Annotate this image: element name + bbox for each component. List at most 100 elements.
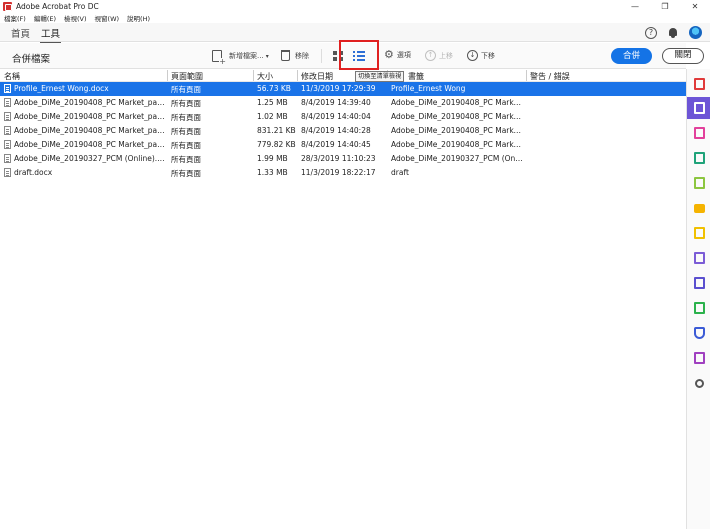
menu-edit[interactable]: 編輯(E) — [34, 13, 56, 23]
bookmark-cell: draft — [391, 168, 409, 177]
file-name-cell: Adobe_DiMe_20190327_PCM (Online).j... — [4, 154, 166, 163]
rail-item-protect[interactable] — [687, 322, 710, 344]
bookmark-cell: Adobe_DiMe_20190408_PC Marke... — [391, 140, 523, 149]
file-name: Adobe_DiMe_20190408_PC Market_pag... — [14, 126, 166, 135]
header-warnings-errors[interactable]: 警告 / 錯誤 — [530, 71, 570, 82]
protect-icon — [693, 327, 705, 339]
restore-button[interactable]: ❐ — [650, 0, 680, 12]
notification-bell-icon[interactable] — [668, 27, 678, 38]
file-name-cell: Profile_Ernest Wong.docx — [4, 84, 166, 93]
menu-help[interactable]: 說明(H) — [127, 13, 150, 23]
close-tool-button[interactable]: 關閉 — [662, 48, 704, 64]
rail-item-print-production[interactable] — [687, 297, 710, 319]
file-name-cell: draft.docx — [4, 168, 166, 177]
bookmark-cell: Adobe_DiMe_20190408_PC Marke... — [391, 98, 523, 107]
gear-icon: ⚙ — [384, 48, 394, 61]
rail-item-comment[interactable] — [687, 197, 710, 219]
menu-bar: 檔案(F) 編輯(E) 檢視(V) 視窗(W) 說明(H) — [0, 12, 710, 23]
header-page-range[interactable]: 頁面範圍 — [171, 71, 203, 82]
page-range-cell[interactable]: 所有頁面 — [171, 140, 253, 151]
modified-date-cell: 8/4/2019 14:40:04 — [301, 112, 371, 121]
close-window-button[interactable]: ✕ — [680, 0, 710, 12]
list-view-highlight — [339, 40, 379, 70]
tab-tools[interactable]: 工具 — [39, 26, 62, 44]
rail-item-create-pdf[interactable] — [687, 73, 710, 95]
table-row[interactable]: Adobe_DiMe_20190408_PC Market_pag... 所有頁面… — [0, 110, 686, 124]
menu-window[interactable]: 視窗(W) — [95, 13, 120, 23]
rail-item-fill-sign[interactable] — [687, 222, 710, 244]
add-files-button[interactable]: 新增檔案... ▾ — [212, 50, 269, 66]
acrobat-logo-icon — [3, 1, 12, 11]
stamp-icon — [693, 277, 705, 289]
modified-date-cell: 28/3/2019 11:10:23 — [301, 154, 376, 163]
table-row[interactable]: Adobe_DiMe_20190408_PC Market_pag... 所有頁面… — [0, 138, 686, 152]
bookmark-cell: Adobe_DiMe_20190327_PCM (Onli... — [391, 154, 523, 163]
rail-item-send-signature[interactable] — [687, 247, 710, 269]
file-size-cell: 831.21 KB — [257, 126, 296, 135]
table-row[interactable]: Adobe_DiMe_20190408_PC Market_pag... 所有頁面… — [0, 96, 686, 110]
table-row[interactable]: draft.docx 所有頁面 1.33 MB 11/3/2019 18:22:17 d… — [0, 166, 686, 180]
bookmark-cell: Profile_Ernest Wong — [391, 84, 466, 93]
table-row[interactable]: Adobe_DiMe_20190408_PC Market_pag... 所有頁面… — [0, 124, 686, 138]
avatar[interactable] — [689, 26, 702, 39]
rail-item-stamp[interactable] — [687, 272, 710, 294]
file-name-cell: Adobe_DiMe_20190408_PC Market_pag... — [4, 140, 166, 149]
column-divider[interactable] — [297, 70, 298, 81]
customize-tools-icon — [694, 378, 704, 388]
toolbar-divider — [321, 49, 322, 63]
modified-date-cell: 11/3/2019 18:22:17 — [301, 168, 376, 177]
column-divider[interactable] — [253, 70, 254, 81]
page-range-cell[interactable]: 所有頁面 — [171, 126, 253, 137]
file-size-cell: 56.73 KB — [257, 84, 291, 93]
file-name: Adobe_DiMe_20190408_PC Market_pag... — [14, 140, 166, 149]
move-up-button[interactable]: ↑ 上移 — [425, 50, 453, 61]
file-size-cell: 1.25 MB — [257, 98, 288, 107]
header-size[interactable]: 大小 — [257, 71, 273, 82]
bookmark-cell: Adobe_DiMe_20190408_PC Marke... — [391, 126, 523, 135]
edit-pdf-icon — [693, 177, 705, 189]
page-range-cell[interactable]: 所有頁面 — [171, 98, 253, 109]
bookmark-cell: Adobe_DiMe_20190408_PC Marke... — [391, 112, 523, 121]
menu-view[interactable]: 檢視(V) — [64, 13, 87, 23]
remove-button[interactable]: 移除 — [281, 50, 309, 61]
list-view-tooltip: 切換至清單檢視 — [355, 71, 405, 82]
page-range-cell[interactable]: 所有頁面 — [171, 154, 253, 165]
rail-item-export-pdf[interactable] — [687, 147, 710, 169]
tab-home[interactable]: 首頁 — [11, 26, 30, 40]
fill-sign-icon — [693, 227, 705, 239]
add-files-label: 新增檔案... — [229, 52, 264, 60]
rail-item-customize-tools[interactable] — [687, 372, 710, 394]
file-name-cell: Adobe_DiMe_20190408_PC Market_pag... — [4, 98, 166, 107]
menu-file[interactable]: 檔案(F) — [4, 13, 26, 23]
rail-item-combine-files[interactable] — [687, 97, 710, 119]
options-button[interactable]: ⚙ 選項 — [384, 48, 411, 61]
file-name: Adobe_DiMe_20190408_PC Market_pag... — [14, 98, 166, 107]
document-icon — [4, 154, 11, 163]
move-up-label: 上移 — [439, 51, 453, 60]
combine-files-icon — [693, 102, 705, 114]
page-range-cell[interactable]: 所有頁面 — [171, 168, 253, 179]
page-range-cell[interactable]: 所有頁面 — [171, 112, 253, 123]
arrow-down-icon: ↓ — [467, 50, 478, 61]
column-divider[interactable] — [167, 70, 168, 81]
minimize-button[interactable]: — — [620, 0, 650, 12]
rail-item-more-tools-doc[interactable] — [687, 347, 710, 369]
table-row[interactable]: Profile_Ernest Wong.docx 所有頁面 56.73 KB 11/3… — [0, 82, 686, 96]
column-divider[interactable] — [526, 70, 527, 81]
header-bookmarks[interactable]: 書籤 — [408, 71, 424, 82]
file-size-cell: 1.33 MB — [257, 168, 288, 177]
trash-icon — [281, 50, 290, 61]
top-right-icons: ? — [645, 26, 702, 39]
right-tools-rail — [686, 69, 710, 529]
combine-button[interactable]: 合併 — [611, 48, 652, 64]
table-header: 名稱 頁面範圍 大小 修改日期 書籤 警告 / 錯誤 — [0, 69, 686, 82]
header-modified-date[interactable]: 修改日期 — [301, 71, 333, 82]
rail-item-organize-pages[interactable] — [687, 122, 710, 144]
move-down-button[interactable]: ↓ 下移 — [467, 50, 495, 61]
header-name[interactable]: 名稱 — [4, 71, 20, 82]
window-title: Adobe Acrobat Pro DC — [16, 1, 99, 11]
page-range-cell[interactable]: 所有頁面 — [171, 84, 253, 95]
rail-item-edit-pdf[interactable] — [687, 172, 710, 194]
table-row[interactable]: Adobe_DiMe_20190327_PCM (Online).j... 所有頁… — [0, 152, 686, 166]
help-icon[interactable]: ? — [645, 26, 657, 39]
